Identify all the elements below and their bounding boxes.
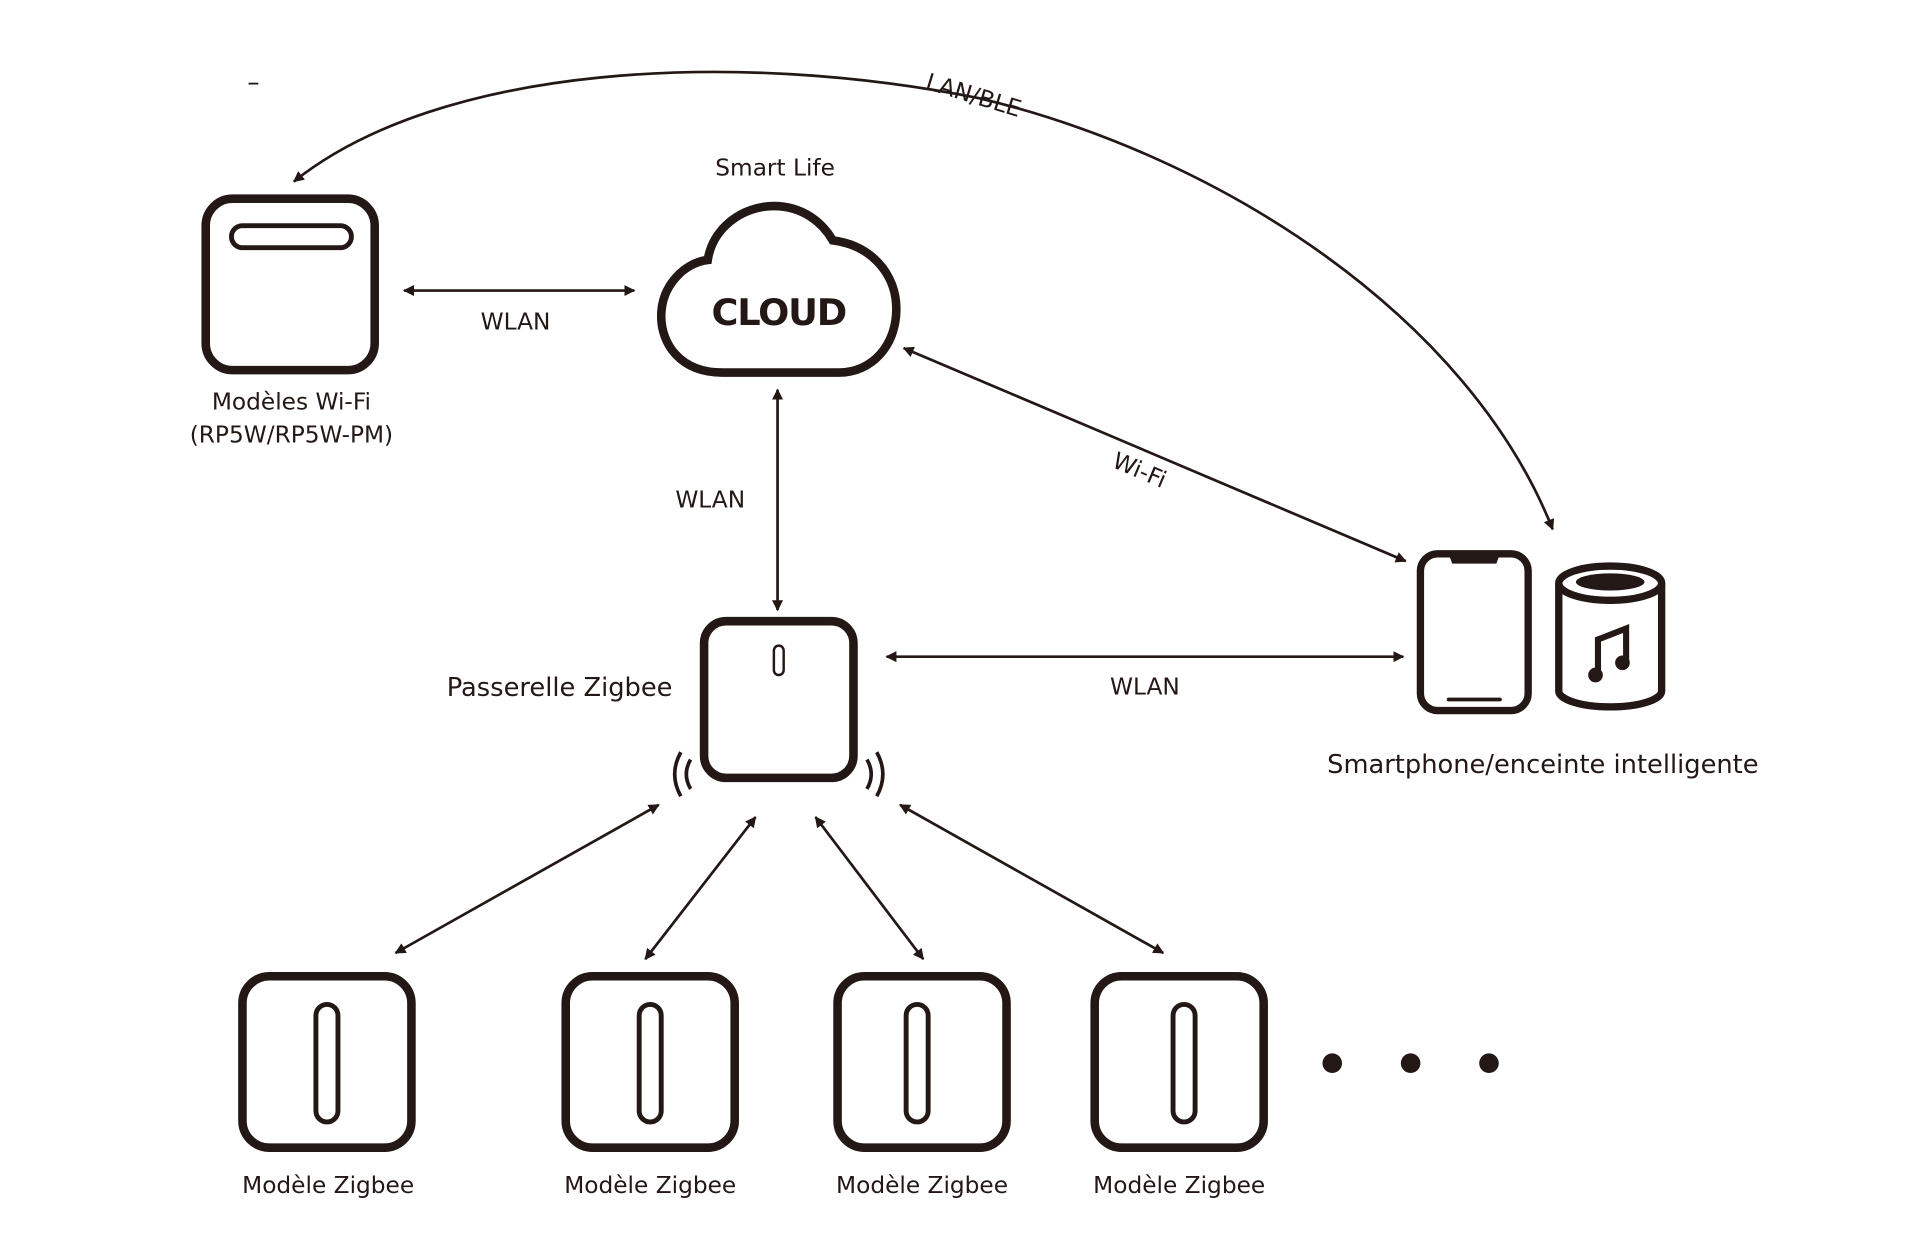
zigbee-arrow-3 (814, 816, 925, 960)
wifi-device-icon (201, 194, 379, 375)
zigbee-device-label: Modèle Zigbee (836, 1172, 1008, 1199)
gateway-phone-label: WLAN (1110, 674, 1180, 701)
ellipsis-dots-icon (1322, 1053, 1499, 1073)
cloud-phone-label: Wi-Fi (1109, 447, 1171, 494)
smartphone-speaker-label: Smartphone/enceinte intelligente (1327, 750, 1758, 780)
zigbee-arrow-1 (394, 803, 660, 955)
wifi-cloud-label: WLAN (481, 309, 551, 336)
zigbee-device-4: Modèle Zigbee (1090, 971, 1268, 1199)
wifi-models-label: Modèles Wi-Fi (212, 388, 371, 415)
zigbee-device-label: Modèle Zigbee (1093, 1172, 1265, 1199)
gateway-label: Passerelle Zigbee (447, 673, 673, 703)
zigbee-gateway-icon (672, 616, 885, 798)
smartphone-icon (1416, 550, 1532, 715)
lan-ble-arrow (293, 70, 1555, 531)
cloud-icon (656, 201, 901, 377)
smart-speaker-icon (1555, 562, 1666, 711)
zigbee-arrow-2 (644, 816, 757, 960)
zigbee-device-2: Modèle Zigbee (561, 971, 739, 1199)
zigbee-device-label: Modèle Zigbee (242, 1172, 414, 1199)
cloud-text: CLOUD (712, 291, 846, 334)
zigbee-arrow-4 (899, 803, 1165, 955)
zigbee-device-3: Modèle Zigbee (833, 971, 1011, 1199)
cloud-phone-arrow (902, 346, 1407, 563)
zigbee-device-label: Modèle Zigbee (564, 1172, 736, 1199)
network-diagram: LAN/BLE Modèles Wi-Fi (RP5W/RP5W-PM) WLA… (190, 68, 1759, 1199)
lan-ble-label: LAN/BLE (923, 68, 1025, 123)
wifi-models-sublabel: (RP5W/RP5W-PM) (190, 421, 393, 448)
zigbee-device-1: Modèle Zigbee (238, 971, 416, 1199)
cloud-title: Smart Life (715, 154, 835, 181)
cloud-gateway-label: WLAN (675, 486, 745, 513)
